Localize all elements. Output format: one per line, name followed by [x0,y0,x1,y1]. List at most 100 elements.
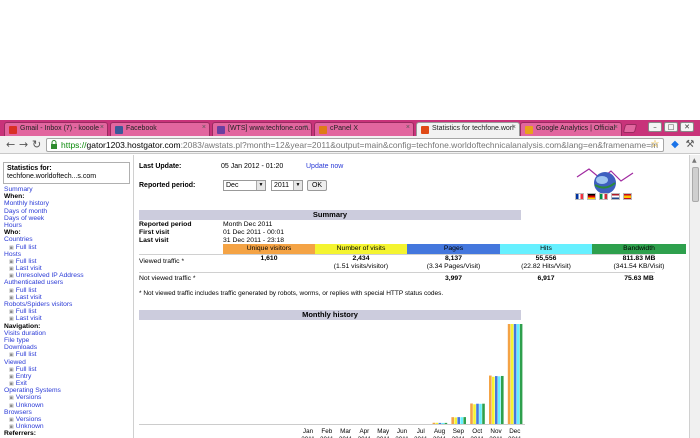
list-bullet-icon: ▣ [9,402,14,409]
menu-subitem[interactable]: ▣ Versions [4,416,132,423]
flag-fr-icon[interactable] [575,193,584,200]
update-now-link[interactable]: Update now [306,163,343,170]
close-window-button[interactable]: ✕ [680,122,694,132]
menu-item[interactable]: Operating Systems [4,387,132,394]
menu-subitem[interactable]: ▣ Full list [4,366,132,373]
menu-subitem[interactable]: ▣ Last visit [4,315,132,322]
menu-subitem[interactable]: ▣ Full list [4,308,132,315]
tab-wts-techfone[interactable]: [WTS] www.techfone.com. × [212,122,312,136]
browser-toolbar: ← → ↻ https://gator1203.hostgator.com:20… [0,136,700,154]
menu-item[interactable]: Days of week [4,215,132,222]
menu-item[interactable]: File type [4,337,132,344]
bookmark-star-icon[interactable]: ☆ [650,139,660,150]
list-bullet-icon: ▣ [9,352,14,359]
tab-close-icon[interactable]: × [304,124,308,131]
menu-label: Full list [15,257,37,265]
x-tick-label: Dec [509,428,520,435]
month-value: Dec [226,182,239,189]
menu-subitem[interactable]: ▣ Entry [4,373,132,380]
tab-label: Google Analytics | Official [536,125,616,132]
tab-statistics[interactable]: Statistics for techfone.worl × [416,122,520,136]
menu-item[interactable]: Countries [4,236,132,243]
menu-subitem[interactable]: ▣ Unknown [4,423,132,430]
menu-label: Navigation: [4,322,41,330]
menu-item[interactable]: Browsers [4,409,132,416]
chart-bar [470,403,473,424]
menu-subitem[interactable]: ▣ Last visit [4,265,132,272]
chart-bar [460,417,463,424]
menu-subitem[interactable]: ▣ Unknown [4,402,132,409]
new-tab-button[interactable] [622,124,638,133]
list-bullet-icon: ▣ [9,309,14,316]
main-scrollbar[interactable]: ▲ [689,155,700,438]
menu-label: Last visit [15,315,42,323]
scroll-thumb[interactable] [692,167,699,202]
list-bullet-icon: ▣ [9,417,14,423]
extension-icon[interactable]: ◆ [670,139,680,150]
summary-heading: Summary [139,210,521,220]
menu-section-heading: Navigation: [4,323,132,330]
address-bar[interactable]: https://gator1203.hostgator.com:2083/aws… [46,138,664,152]
menu-item[interactable]: Robots/Spiders visitors [4,301,132,308]
menu-item[interactable]: Days of month [4,208,132,215]
x-tick-label: Jul [417,428,425,435]
menu-subitem[interactable]: ▣ Exit [4,380,132,387]
tab-close-icon[interactable]: × [406,124,410,131]
tab-cpanel[interactable]: cPanel X × [314,122,414,136]
menu-item[interactable]: Summary [4,186,132,193]
tab-close-icon[interactable]: × [100,124,104,131]
wrench-icon[interactable]: ⚒ [685,139,695,150]
menu-subitem[interactable]: ▣ Unresolved IP Address [4,272,132,279]
tab-close-icon[interactable]: × [614,124,618,131]
menu-label: Operating Systems [4,387,61,395]
monthly-history-heading: Monthly history [139,310,521,320]
tab-google-analytics[interactable]: Google Analytics | Official × [520,122,622,136]
list-bullet-icon: ▣ [9,366,14,373]
menu-subitem[interactable]: ▣ Versions [4,394,132,401]
menu-item[interactable]: Authenticated users [4,279,132,286]
menu-subitem[interactable]: ▣ Full list [4,258,132,265]
first-visit-label: First visit [139,229,170,236]
flag-it-icon[interactable] [599,193,608,200]
menu-label: Unresolved IP Address [15,272,84,280]
chart-bar [441,422,445,424]
menu-item[interactable]: Hosts [4,251,132,258]
menu-item[interactable]: Viewed [4,359,132,366]
site-name: techfone.worldoftech...s.com [7,173,97,180]
chart-bar [479,403,482,424]
tab-close-icon[interactable]: × [202,124,206,131]
forward-arrow-icon[interactable]: → [19,138,28,152]
not-viewed-traffic-label: Not viewed traffic * [139,275,196,282]
menu-item[interactable]: Monthly history [4,200,132,207]
flag-de-icon[interactable] [587,193,596,200]
viewed-bandwidth: 811.83 MB (341.54 KB/Visit) [613,255,665,270]
month-select[interactable]: Dec ▼ [223,180,266,191]
chart-bar [444,422,448,424]
menu-item[interactable]: Downloads [4,344,132,351]
ok-button[interactable]: OK [307,180,327,191]
chart-bar [489,375,492,424]
menu-item[interactable]: Visits duration [4,330,132,337]
reload-icon[interactable]: ↻ [32,138,41,152]
flag-nl-icon[interactable] [611,193,620,200]
tab-facebook[interactable]: Facebook × [110,122,210,136]
menu-label: Last visit [15,265,42,273]
minimize-button[interactable]: – [648,122,662,132]
tab-close-icon[interactable]: × [512,124,516,131]
menu-subitem[interactable]: ▣ Full list [4,287,132,294]
monthly-history-chart: Jan2011Feb2011Mar2011Apr2011May2011Jun20… [139,324,525,438]
menu-subitem[interactable]: ▣ Full list [4,244,132,251]
year-select[interactable]: 2011 ▼ [271,180,303,191]
flag-es-icon[interactable] [623,193,632,200]
menu-section-heading: Who: [4,229,132,236]
viewed-traffic-label: Viewed traffic * [139,258,185,265]
menu-label: Exit [15,380,27,388]
menu-subitem[interactable]: ▣ Full list [4,351,132,358]
scroll-up-icon[interactable]: ▲ [692,157,697,164]
not-viewed-hits: 6,917 [537,275,555,282]
menu-item[interactable]: Hours [4,222,132,229]
maximize-button[interactable]: □ [664,122,678,132]
menu-subitem[interactable]: ▣ Last visit [4,294,132,301]
tab-gmail[interactable]: Gmail - Inbox (7) - kooole × [4,122,108,136]
back-arrow-icon[interactable]: ← [6,138,15,152]
